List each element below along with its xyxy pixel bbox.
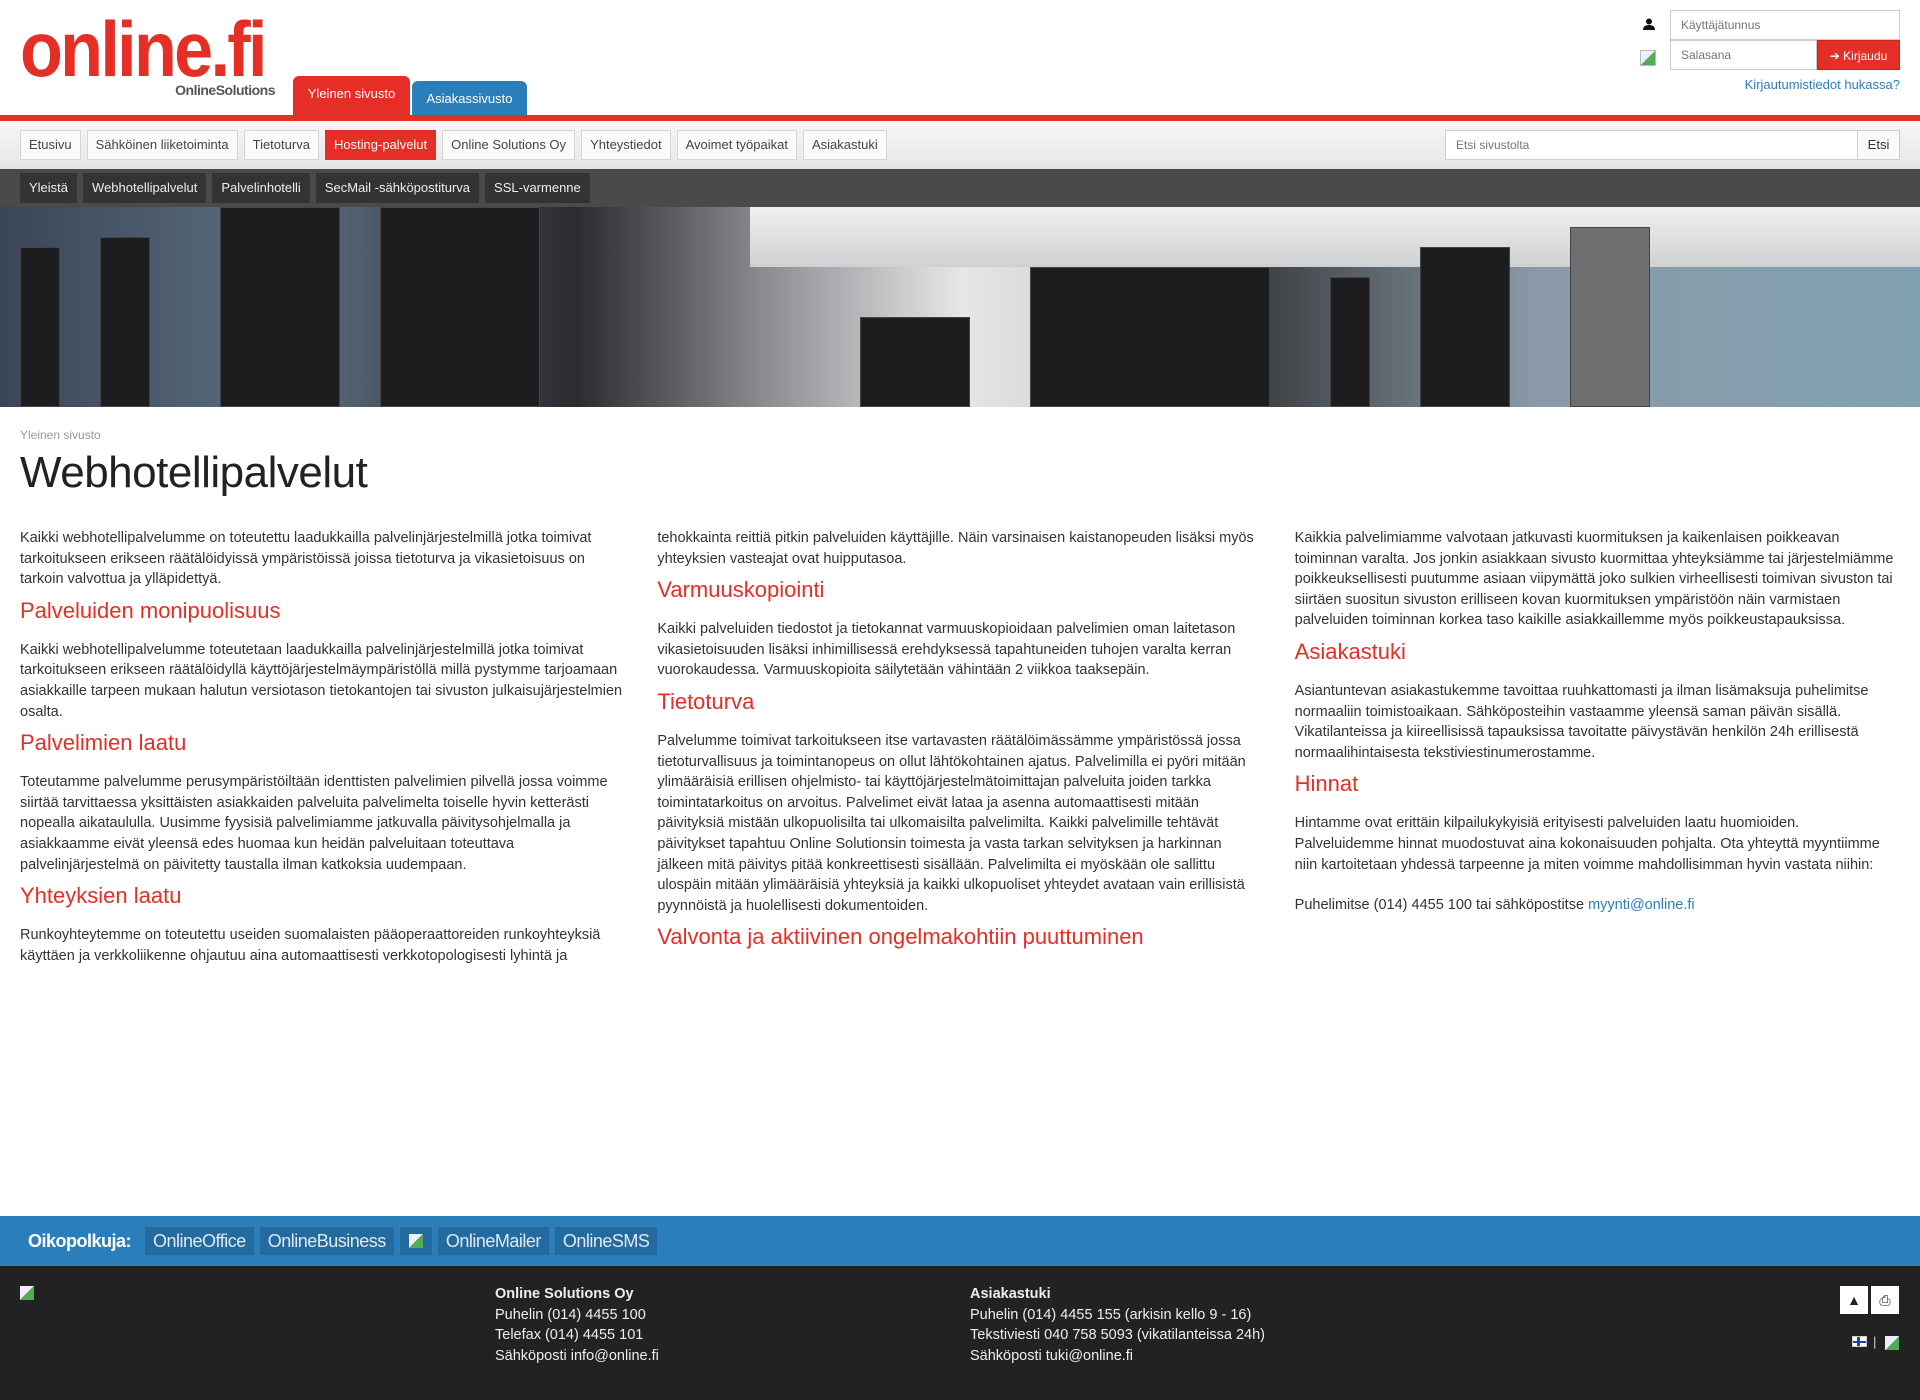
broken-image-icon bbox=[1640, 50, 1656, 66]
login-button[interactable]: ➔ Kirjaudu bbox=[1817, 40, 1900, 70]
section-heading: Palveluiden monipuolisuus bbox=[20, 597, 281, 623]
section-text: Palvelumme toimivat tarkoitukseen itse v… bbox=[657, 732, 1246, 914]
shortcuts-bar: Oikopolkuja: OnlineOffice OnlineBusiness… bbox=[0, 1216, 1920, 1266]
site-search: Etsi bbox=[1445, 130, 1900, 160]
article-columns: Kaikki webhotellipalvelumme on toteutett… bbox=[20, 528, 1900, 998]
hero-banner-server-room bbox=[0, 207, 1920, 407]
footer-phone: Puhelin (014) 4455 100 bbox=[495, 1306, 646, 1323]
server-rack bbox=[860, 317, 970, 407]
broken-image-icon[interactable] bbox=[1885, 1336, 1899, 1350]
shortcut-onlineoffice[interactable]: OnlineOffice bbox=[145, 1227, 254, 1255]
subnav-ssl-varmenne[interactable]: SSL-varmenne bbox=[485, 173, 590, 203]
server-rack bbox=[100, 237, 150, 407]
shortcut-image-link[interactable] bbox=[399, 1227, 432, 1255]
nav-tietoturva[interactable]: Tietoturva bbox=[243, 130, 319, 160]
subnav-yleista[interactable]: Yleistä bbox=[20, 173, 78, 203]
broken-image-icon bbox=[20, 1286, 34, 1300]
language-separator: | bbox=[1873, 1334, 1877, 1349]
section-heading: Asiakastuki bbox=[1294, 638, 1406, 664]
section-heading: Yhteyksien laatu bbox=[20, 883, 182, 909]
footer-company: Online Solutions Oy Puhelin (014) 4455 1… bbox=[495, 1284, 659, 1366]
tab-asiakassivusto[interactable]: Asiakassivusto bbox=[412, 81, 527, 115]
print-button[interactable]: ⎙ bbox=[1871, 1286, 1899, 1314]
footer-fax: Telefax (014) 4455 101 bbox=[495, 1327, 644, 1344]
sales-email-link[interactable]: myynti@online.fi bbox=[1588, 897, 1695, 913]
tab-yleinen-sivusto[interactable]: Yleinen sivusto bbox=[293, 76, 410, 115]
logo[interactable]: online.fi OnlineSolutions bbox=[20, 5, 275, 98]
forgot-credentials-link[interactable]: Kirjautumistiedot hukassa? bbox=[1745, 77, 1900, 92]
section-text: Asiantuntevan asiakastukemme tavoittaa r… bbox=[1294, 682, 1869, 761]
footer-support-title: Asiakastuki bbox=[970, 1286, 1051, 1302]
server-rack bbox=[1030, 267, 1270, 407]
main-content: Yleinen sivusto Webhotellipalvelut Kaikk… bbox=[20, 428, 1900, 998]
search-input[interactable] bbox=[1445, 130, 1858, 160]
hero-ceiling bbox=[750, 207, 1920, 267]
nav-avoimet-tyopaikat[interactable]: Avoimet työpaikat bbox=[676, 130, 797, 160]
subnav-webhotellipalvelut[interactable]: Webhotellipalvelut bbox=[83, 173, 207, 203]
server-rack bbox=[1330, 277, 1370, 407]
main-nav: Etusivu Sähköinen liiketoiminta Tietotur… bbox=[0, 121, 1920, 169]
section-text: Kaikkia palvelimiamme valvotaan jatkuvas… bbox=[1294, 530, 1894, 629]
nav-yhteystiedot[interactable]: Yhteystiedot bbox=[581, 130, 671, 160]
chevron-up-icon: ▲ bbox=[1847, 1292, 1861, 1308]
section-heading: Hinnat bbox=[1294, 771, 1359, 797]
contact-text: Puhelimitse (014) 4455 100 tai sähköpost… bbox=[1294, 897, 1589, 914]
shortcut-onlinebusiness[interactable]: OnlineBusiness bbox=[259, 1227, 394, 1255]
login-button-label: Kirjaudu bbox=[1843, 49, 1888, 63]
section-text: Kaikki palveluiden tiedostot ja tietokan… bbox=[657, 621, 1236, 679]
scroll-top-button[interactable]: ▲ bbox=[1840, 1286, 1868, 1314]
broken-image-icon bbox=[408, 1234, 423, 1248]
nav-sahkoinen-liiketoiminta[interactable]: Sähköinen liiketoiminta bbox=[86, 130, 238, 160]
footer-support-sms: Tekstiviesti 040 758 5093 (vikatilanteis… bbox=[970, 1327, 1265, 1344]
search-button[interactable]: Etsi bbox=[1858, 130, 1900, 160]
logo-tagline: OnlineSolutions bbox=[175, 82, 275, 98]
nav-online-solutions-oy[interactable]: Online Solutions Oy bbox=[442, 130, 576, 160]
section-heading: Valvonta ja aktiivinen ongelmakohtiin pu… bbox=[657, 924, 1144, 950]
subnav-secmail[interactable]: SecMail -sähköpostiturva bbox=[315, 173, 480, 203]
subnav-palvelinhotelli[interactable]: Palvelinhotelli bbox=[212, 173, 310, 203]
header: online.fi OnlineSolutions Yleinen sivust… bbox=[0, 0, 1920, 121]
footer-support: Asiakastuki Puhelin (014) 4455 155 (arki… bbox=[970, 1284, 1265, 1366]
shortcut-onlinemailer[interactable]: OnlineMailer bbox=[437, 1227, 549, 1255]
server-rack bbox=[1420, 247, 1510, 407]
shortcuts-label: Oikopolkuja: bbox=[28, 1230, 132, 1251]
print-icon: ⎙ bbox=[1879, 1292, 1891, 1308]
breadcrumb[interactable]: Yleinen sivusto bbox=[20, 428, 1900, 442]
sub-nav: Yleistä Webhotellipalvelut Palvelinhotel… bbox=[0, 169, 1920, 207]
shortcut-onlinesms[interactable]: OnlineSMS bbox=[554, 1227, 658, 1255]
server-rack bbox=[20, 247, 60, 407]
footer-support-phone: Puhelin (014) 4455 155 (arkisin kello 9 … bbox=[970, 1306, 1252, 1323]
server-rack bbox=[380, 207, 540, 407]
section-heading: Varmuuskopiointi bbox=[657, 577, 825, 603]
finnish-flag-icon[interactable] bbox=[1852, 1336, 1867, 1347]
section-heading: Palvelimien laatu bbox=[20, 730, 187, 756]
footer-company-title: Online Solutions Oy bbox=[495, 1286, 634, 1302]
page-title: Webhotellipalvelut bbox=[20, 448, 368, 497]
footer-support-email: Sähköposti tuki@online.fi bbox=[970, 1347, 1134, 1364]
footer-email: Sähköposti info@online.fi bbox=[495, 1347, 659, 1364]
nav-etusivu[interactable]: Etusivu bbox=[20, 130, 81, 160]
server-rack bbox=[1570, 227, 1650, 407]
section-text: Kaikki webhotellipalvelumme toteutetaan … bbox=[20, 641, 623, 720]
nav-hosting-palvelut[interactable]: Hosting-palvelut bbox=[324, 130, 437, 160]
footer: Online Solutions Oy Puhelin (014) 4455 1… bbox=[0, 1266, 1920, 1400]
section-text: Toteutamme palvelumme perusympäristöiltä… bbox=[20, 774, 608, 873]
contact-line: Puhelimitse (014) 4455 100 tai sähköpost… bbox=[1295, 895, 1900, 916]
section-text: Hintamme ovat erittäin kilpailukykyisiä … bbox=[1294, 815, 1880, 873]
username-input[interactable] bbox=[1670, 10, 1900, 40]
logo-text: online.fi bbox=[20, 5, 267, 93]
password-input[interactable] bbox=[1670, 40, 1817, 70]
user-icon bbox=[1643, 18, 1655, 30]
nav-asiakastuki[interactable]: Asiakastuki bbox=[802, 130, 887, 160]
server-rack bbox=[220, 207, 340, 407]
intro-text: Kaikki webhotellipalvelumme on toteutett… bbox=[20, 530, 592, 588]
sign-in-icon: ➔ bbox=[1829, 49, 1844, 63]
section-heading: Tietoturva bbox=[657, 688, 755, 714]
